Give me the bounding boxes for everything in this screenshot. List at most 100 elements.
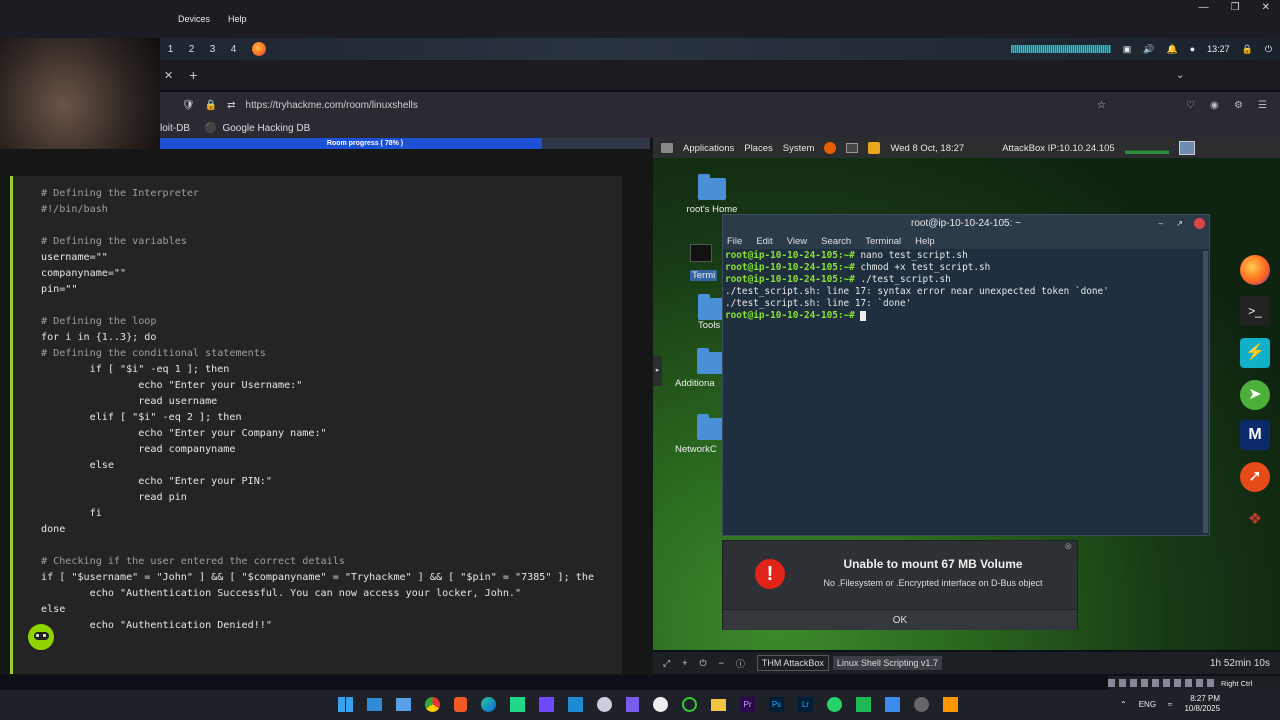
app7-icon[interactable]	[885, 697, 900, 712]
tab-thm-attackbox[interactable]: THM AttackBox	[756, 655, 829, 671]
edge-icon[interactable]	[481, 697, 496, 712]
dialog-close-icon[interactable]: ⊗	[1064, 541, 1072, 552]
menu-icon[interactable]: ☰	[1258, 100, 1267, 111]
language-indicator[interactable]: ENG	[1139, 700, 1156, 709]
workspace-2[interactable]: 2	[181, 44, 202, 55]
terminal-scrollbar[interactable]	[1203, 251, 1208, 533]
tab-list-icon[interactable]: ⌄	[1176, 70, 1184, 81]
metasploit-dock-icon[interactable]: M	[1240, 420, 1270, 450]
close-tab-icon[interactable]: ✕	[164, 69, 173, 82]
permissions-icon[interactable]: ⇄	[227, 100, 235, 111]
terminal-output[interactable]: root@ip-10-10-24-105:~# nano test_script…	[723, 249, 1209, 323]
workspace-4[interactable]: 4	[223, 44, 244, 55]
power-off-icon[interactable]: ⏻	[699, 658, 706, 669]
app-icon[interactable]	[539, 697, 554, 712]
terminal-titlebar[interactable]: root@ip-10-10-24-105: ~ – ↗	[723, 215, 1209, 233]
terminal-close-icon[interactable]	[1194, 218, 1205, 229]
workspace-1[interactable]: 1	[160, 44, 181, 55]
app8-icon[interactable]	[914, 697, 929, 712]
workspace-switcher-icon[interactable]	[1178, 141, 1195, 155]
editor-launcher-icon[interactable]	[868, 142, 881, 154]
lock-icon[interactable]: 🔒	[1242, 44, 1253, 55]
dialog-ok-button[interactable]: OK	[723, 609, 1077, 630]
new-tab-button[interactable]: +	[189, 67, 197, 83]
app4-icon[interactable]	[682, 697, 697, 712]
terminal-minimize-icon[interactable]: –	[1159, 215, 1163, 233]
terminal-menu-edit[interactable]: Edit	[756, 236, 772, 247]
terminal-window[interactable]: root@ip-10-10-24-105: ~ – ↗ File Edit Vi…	[722, 214, 1210, 536]
desktop-icon-network[interactable]: NetworkC	[675, 414, 725, 455]
window-icon[interactable]: ▣	[1123, 44, 1132, 55]
terminal-maximize-icon[interactable]: ↗	[1176, 215, 1183, 233]
app6-icon[interactable]	[856, 697, 871, 712]
firefox-dock-icon[interactable]	[1240, 255, 1270, 285]
menu-devices[interactable]: Devices	[178, 14, 210, 38]
power-icon[interactable]: ⏻	[1265, 44, 1272, 55]
bell-icon[interactable]: 🔔	[1166, 44, 1177, 55]
sublime-icon[interactable]	[943, 697, 958, 712]
firefox-launcher-icon[interactable]	[824, 142, 837, 154]
extensions-icon[interactable]: ⚙	[1234, 100, 1243, 111]
explorer-icon[interactable]	[396, 698, 411, 711]
rocket-dock-icon[interactable]: ➤	[1240, 380, 1270, 410]
add-icon[interactable]: +	[682, 658, 687, 668]
tab-linux-shell-scripting[interactable]: Linux Shell Scripting v1.7	[832, 656, 942, 670]
account-icon[interactable]: ◉	[1210, 100, 1219, 111]
desktop-icon-home[interactable]: root's Home	[677, 174, 747, 215]
premiere-icon[interactable]: Pr	[740, 697, 755, 712]
restore-icon[interactable]: ❐	[1231, 2, 1240, 13]
terminal-launcher-icon[interactable]	[846, 143, 859, 153]
bookmark-star-icon[interactable]: ☆	[1097, 100, 1106, 111]
wifi-icon[interactable]: ≈	[1168, 700, 1172, 709]
terminal-menu-file[interactable]: File	[727, 236, 742, 247]
app2-icon[interactable]	[597, 697, 612, 712]
chrome-icon[interactable]	[425, 697, 440, 712]
applications-menu[interactable]: Applications	[683, 143, 734, 154]
system-menu[interactable]: System	[783, 143, 815, 154]
lightning-dock-icon[interactable]: ⚡	[1240, 338, 1270, 368]
lightroom-icon[interactable]: Lr	[798, 697, 813, 712]
padlock-icon: 🔒	[204, 99, 218, 111]
tray-chevron-icon[interactable]: ⌃	[1120, 700, 1127, 709]
volume-icon[interactable]: 🔊	[1143, 44, 1154, 55]
app3-icon[interactable]	[653, 697, 668, 712]
places-menu[interactable]: Places	[744, 143, 773, 154]
terminal-menu-help[interactable]: Help	[915, 236, 935, 247]
bookmark-google-hacking-db[interactable]: Google Hacking DB	[222, 123, 310, 134]
shield-icon[interactable]: 🛡	[182, 100, 195, 111]
vscode-icon[interactable]	[568, 697, 583, 712]
applications-menu-icon[interactable]	[661, 143, 673, 153]
files-icon[interactable]	[367, 698, 382, 711]
url-field[interactable]: 🛡 🔒 ⇄ https://tryhackme.com/room/linuxsh…	[172, 94, 1112, 116]
workspace-3[interactable]: 3	[202, 44, 223, 55]
info-icon[interactable]: ⓘ	[736, 657, 745, 670]
terminal-menu-search[interactable]: Search	[821, 236, 851, 247]
start-icon[interactable]	[338, 697, 353, 712]
burp-dock-icon[interactable]: ➚	[1240, 462, 1270, 492]
side-panel-toggle[interactable]: ▸	[653, 356, 662, 386]
obsidian-icon[interactable]	[626, 697, 639, 712]
whatsapp-icon[interactable]	[827, 697, 842, 712]
pycharm-icon[interactable]	[510, 697, 525, 712]
minimize-vm-icon[interactable]: −	[719, 658, 724, 668]
code-line: read username	[41, 396, 218, 407]
close-icon[interactable]: ✕	[1262, 2, 1270, 13]
kali-dock-icon[interactable]: ❖	[1240, 505, 1270, 535]
minimize-icon[interactable]: —	[1199, 2, 1209, 13]
taskbar-clock[interactable]: 8:27 PM 10/8/2025	[1184, 694, 1220, 714]
app5-icon[interactable]	[711, 698, 726, 711]
terminal-dock-icon[interactable]: >_	[1240, 296, 1270, 326]
bookmark-exploit-db[interactable]: loit-DB	[160, 123, 190, 134]
url-text[interactable]: https://tryhackme.com/room/linuxshells	[246, 100, 418, 111]
desktop-icon-additional[interactable]: Additiona	[675, 348, 725, 389]
photoshop-icon[interactable]: Ps	[769, 697, 784, 712]
menu-help[interactable]: Help	[228, 14, 247, 38]
firefox-icon[interactable]	[252, 42, 266, 56]
fullscreen-icon[interactable]: ⤢	[663, 658, 670, 669]
desktop-icon-tools[interactable]: Tools	[698, 294, 726, 331]
terminal-menu-view[interactable]: View	[787, 236, 807, 247]
brave-icon[interactable]	[454, 697, 467, 712]
desktop-icon-terminal[interactable]: Termi	[690, 244, 722, 281]
terminal-menu-terminal[interactable]: Terminal	[865, 236, 901, 247]
pocket-icon[interactable]: ♡	[1186, 100, 1195, 111]
